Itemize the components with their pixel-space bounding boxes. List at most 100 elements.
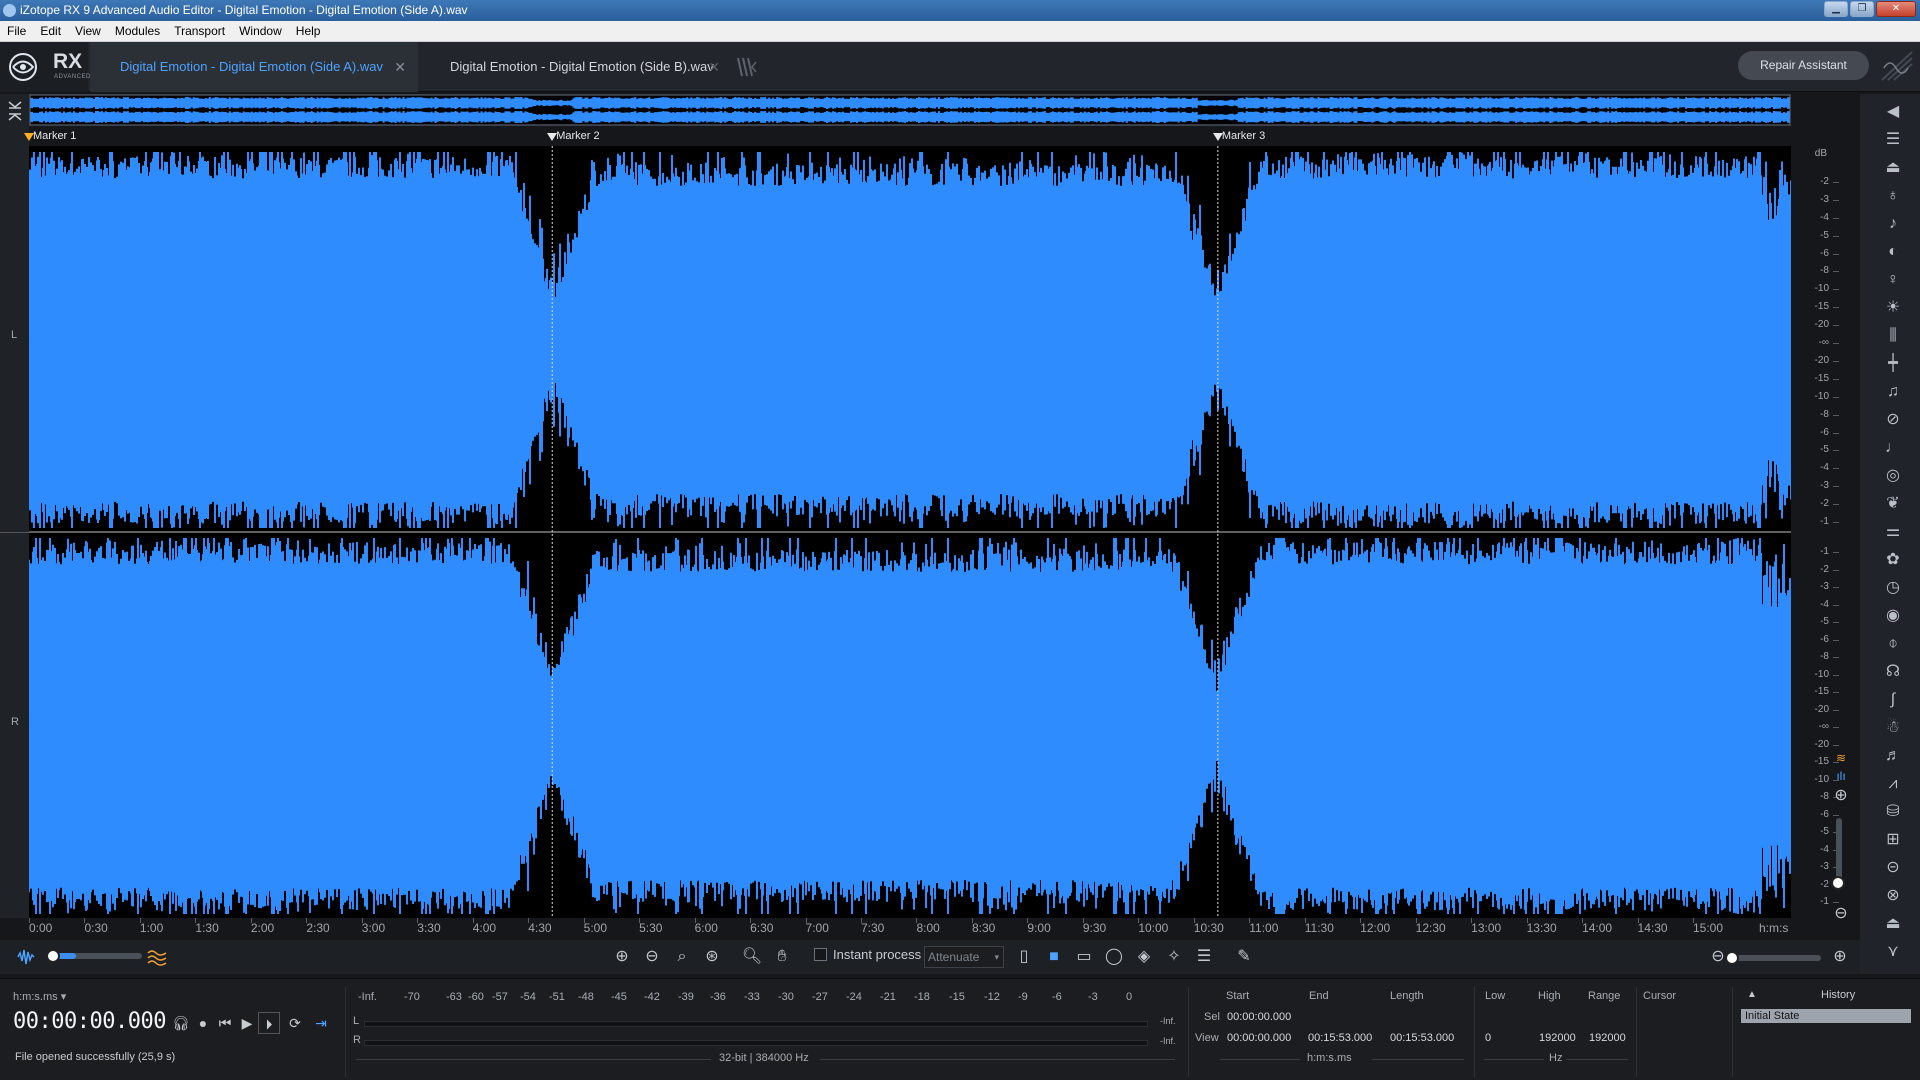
ambience-match-icon[interactable]: ✿ [1880, 548, 1906, 572]
collapse-overview-icon[interactable] [7, 100, 23, 122]
instant-process-checkbox[interactable] [814, 948, 827, 961]
de-click-icon[interactable]: ♁ [1880, 184, 1906, 208]
range-value[interactable]: 192000 [1589, 1032, 1626, 1044]
voice-denoise-icon[interactable]: ⌽ [1880, 632, 1906, 656]
menu-file[interactable]: File [0, 24, 33, 38]
de-hum-icon[interactable]: ♀ [1880, 268, 1906, 292]
magic-wand-tool-icon[interactable]: ✧ [1162, 945, 1186, 969]
meter-scale-label: -30 [778, 991, 794, 1003]
divider [1474, 987, 1475, 1077]
go-to-start-button[interactable]: ⏮︎ [214, 1012, 236, 1034]
sel-start-value[interactable]: 00:00:00.000 [1227, 1011, 1291, 1023]
play-selection-button[interactable]: ⏵︎ [258, 1012, 280, 1034]
de-reverb-icon[interactable]: ◎ [1880, 464, 1906, 488]
zoom-in-horizontal-icon[interactable]: ⊕ [1828, 945, 1852, 969]
pitch-icon[interactable]: ∫ [1880, 688, 1906, 712]
dialogue-isolate-icon[interactable]: ❦ [1880, 492, 1906, 516]
waveform-scale-icon[interactable]: ılı [1829, 764, 1853, 788]
de-ess-icon[interactable]: ♩ [1880, 436, 1906, 460]
time-tick [805, 918, 807, 923]
marker-2[interactable]: Marker 2 [547, 130, 600, 142]
close-icon[interactable]: ✕ [708, 42, 720, 92]
de-crackle-icon[interactable]: ◐ [1880, 240, 1906, 264]
menu-view[interactable]: View [68, 24, 108, 38]
export-icon[interactable]: ⏏ [1880, 912, 1906, 936]
headphones-icon[interactable]: 🎧︎ [170, 1012, 192, 1034]
spectrogram-blend-slider[interactable] [46, 949, 142, 963]
time-selection-tool-icon[interactable]: ▯ [1012, 945, 1036, 969]
waveform-display[interactable] [29, 146, 1791, 918]
menu-transport[interactable]: Transport [167, 24, 232, 38]
record-button[interactable]: ● [192, 1012, 214, 1034]
harmonic-selection-icon[interactable]: ☰ [1192, 945, 1216, 969]
spectral-repair-icon[interactable]: ♫ [1880, 380, 1906, 404]
leveler-icon[interactable]: ⩘ [1880, 772, 1906, 796]
view-start-value[interactable]: 00:00:00.000 [1227, 1032, 1291, 1044]
play-button[interactable]: ▶︎ [236, 1012, 258, 1034]
de-clip-icon[interactable]: ♪ [1880, 212, 1906, 236]
close-icon[interactable]: ✕ [394, 42, 406, 92]
tab-overflow-icon[interactable] [734, 56, 758, 78]
zoom-out-icon[interactable]: ⊖ [640, 945, 664, 969]
marker-1[interactable]: Marker 1 [24, 130, 76, 142]
mixing-icon[interactable]: ⛁ [1880, 800, 1906, 824]
collapse-history-icon[interactable]: ▲ [1747, 989, 1757, 1000]
follow-playback-button[interactable]: ⇥ [310, 1012, 332, 1034]
high-value[interactable]: 192000 [1539, 1032, 1576, 1044]
menu-modules[interactable]: Modules [108, 24, 167, 38]
instant-process-toggle[interactable]: Instant process [814, 947, 921, 962]
zoom-in-icon[interactable]: ⊕ [610, 945, 634, 969]
tab-side-b[interactable]: Digital Emotion - Digital Emotion (Side … [420, 42, 732, 92]
hand-tool-icon[interactable]: ✋︎ [770, 945, 794, 969]
de-noise-icon[interactable]: ☀ [1880, 296, 1906, 320]
meter-scale-label: -48 [578, 991, 594, 1003]
history-item[interactable]: Initial State [1741, 1009, 1911, 1023]
eject-icon[interactable]: ⏏ [1880, 156, 1906, 180]
mouth-declick-icon[interactable]: ◉ [1880, 604, 1906, 628]
pencil-tool-icon[interactable]: ✎ [1232, 945, 1256, 969]
zoom-selection-icon[interactable]: ⊛ [700, 945, 724, 969]
zoom-tool-icon[interactable]: 🔍︎ [740, 945, 764, 969]
plugin-icon[interactable]: ⊞ [1880, 828, 1906, 852]
overview-waveform[interactable] [29, 94, 1791, 126]
view-end-value[interactable]: 00:15:53.000 [1308, 1032, 1372, 1044]
gain-icon[interactable]: ┿ [1880, 352, 1906, 376]
breath-control-icon[interactable]: ◷ [1880, 576, 1906, 600]
maximize-button[interactable]: ❐ [1850, 1, 1874, 17]
horizontal-zoom-slider[interactable] [1725, 951, 1821, 965]
menu-window[interactable]: Window [232, 24, 289, 38]
time-frequency-selection-tool-icon[interactable]: ▭ [1072, 945, 1096, 969]
batch-icon[interactable]: ⋎ [1880, 940, 1906, 964]
view-length-value[interactable]: 00:15:53.000 [1390, 1032, 1454, 1044]
vertical-zoom-slider[interactable] [1831, 818, 1845, 890]
dialogue-contour-icon[interactable]: ☊ [1880, 660, 1906, 684]
menu-help[interactable]: Help [289, 24, 328, 38]
minimize-button[interactable]: ▁ [1824, 1, 1848, 17]
fade-icon[interactable]: ☃ [1880, 716, 1906, 740]
phase-icon[interactable]: ⊝ [1880, 856, 1906, 880]
db-tick-label: -15 [1814, 301, 1829, 313]
de-bleed-icon[interactable]: ⊘ [1880, 408, 1906, 432]
zoom-fit-icon[interactable]: ⌕ [670, 945, 694, 969]
vertical-zoom-out-icon[interactable]: ⊖ [1829, 902, 1853, 926]
spectrogram-view-icon[interactable] [146, 947, 168, 967]
brush-tool-icon[interactable]: ◈ [1132, 945, 1156, 969]
close-window-button[interactable]: ✕ [1876, 1, 1916, 17]
module-list-icon[interactable]: ☰ [1880, 128, 1906, 152]
low-value[interactable]: 0 [1485, 1032, 1491, 1044]
loudness-icon[interactable]: ♬ [1880, 744, 1906, 768]
loop-button[interactable]: ⟳ [284, 1012, 306, 1034]
azimuth-icon[interactable]: ⊗ [1880, 884, 1906, 908]
marker-3[interactable]: Marker 3 [1212, 130, 1265, 142]
lasso-tool-icon[interactable]: ◯ [1102, 945, 1126, 969]
collapse-panel-icon[interactable]: ◀ [1880, 100, 1906, 124]
eq-match-icon[interactable]: ⚌ [1880, 520, 1906, 544]
repair-assistant-button[interactable]: Repair Assistant [1738, 51, 1869, 80]
waveform-view-icon[interactable] [16, 947, 36, 967]
menu-edit[interactable]: Edit [33, 24, 68, 38]
instant-process-mode-select[interactable]: Attenuate ▾ [924, 946, 1004, 968]
tab-side-a[interactable]: Digital Emotion - Digital Emotion (Side … [90, 42, 418, 92]
frequency-selection-tool-icon[interactable]: ■ [1042, 945, 1066, 969]
time-format-select[interactable]: h:m:s.ms ▾ [13, 990, 66, 1003]
equalizer-icon[interactable]: ⫼ [1880, 324, 1906, 348]
